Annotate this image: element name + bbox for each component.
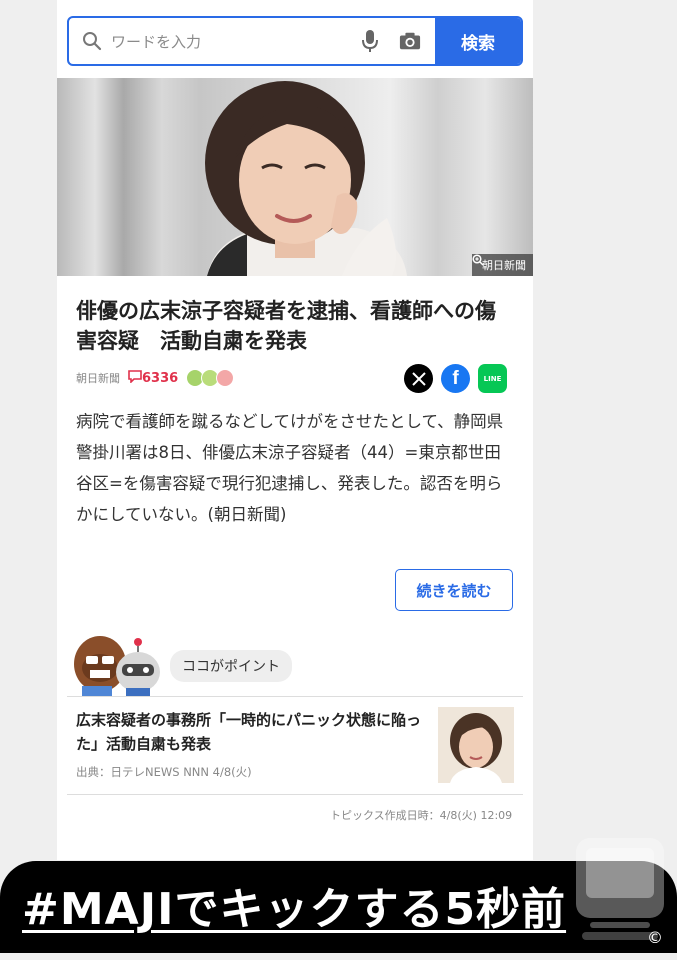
topic-timestamp: トピックス作成日時：4/8(火) 12:09 [330, 809, 513, 822]
line-icon[interactable]: LINE [478, 364, 507, 393]
image-credit: 朝日新聞 [472, 254, 533, 276]
divider [67, 794, 523, 795]
reaction-faces[interactable] [186, 369, 235, 387]
camera-icon[interactable] [399, 30, 421, 52]
search-icon [81, 30, 103, 52]
facebook-icon[interactable]: f [441, 364, 470, 393]
article-summary: 病院で看護師を蹴るなどしてけがをさせたとして、静岡県警掛川署は8日、俳優広末涼子… [76, 412, 504, 524]
point-section: ココがポイント [74, 634, 524, 696]
divider [67, 696, 523, 697]
copyright-mark: © [647, 928, 663, 947]
search-placeholder: ワードを入力 [111, 32, 202, 51]
comment-count: 6336 [142, 370, 179, 386]
microphone-icon[interactable] [359, 30, 381, 52]
search-bar: ワードを入力 検索 [67, 16, 523, 66]
article-title[interactable]: 俳優の広末涼子容疑者を逮捕、看護師への傷害容疑 活動自粛を発表 [76, 296, 516, 356]
comment-count-link[interactable]: 6336 [128, 369, 179, 387]
article-source: 朝日新聞 [76, 372, 120, 385]
image-credit-text: 朝日新聞 [482, 259, 526, 272]
article-meta: 朝日新聞 6336 [76, 366, 235, 390]
search-button[interactable]: 検索 [435, 18, 521, 64]
x-icon[interactable] [404, 364, 433, 393]
related-article-title[interactable]: 広末容疑者の事務所「一時的にパニック状態に陥った」活動自粛も発表 [76, 708, 426, 756]
related-article-thumbnail[interactable] [438, 707, 514, 783]
portrait-illustration [205, 81, 407, 276]
share-buttons: f LINE [404, 364, 507, 393]
search-input[interactable]: ワードを入力 [69, 18, 435, 64]
article-hero-image[interactable]: 朝日新聞 [57, 78, 533, 276]
read-more-button[interactable]: 続きを読む [395, 569, 513, 611]
point-label[interactable]: ココがポイント [170, 650, 292, 682]
thumbnail-portrait [438, 707, 514, 783]
comment-icon [128, 369, 142, 387]
hashtag-caption: #MAJIでキックする5秒前 [22, 884, 567, 935]
related-article-source: 出典：日テレNEWS NNN 4/8(火) [76, 765, 252, 779]
mascot-characters-icon [74, 636, 160, 696]
